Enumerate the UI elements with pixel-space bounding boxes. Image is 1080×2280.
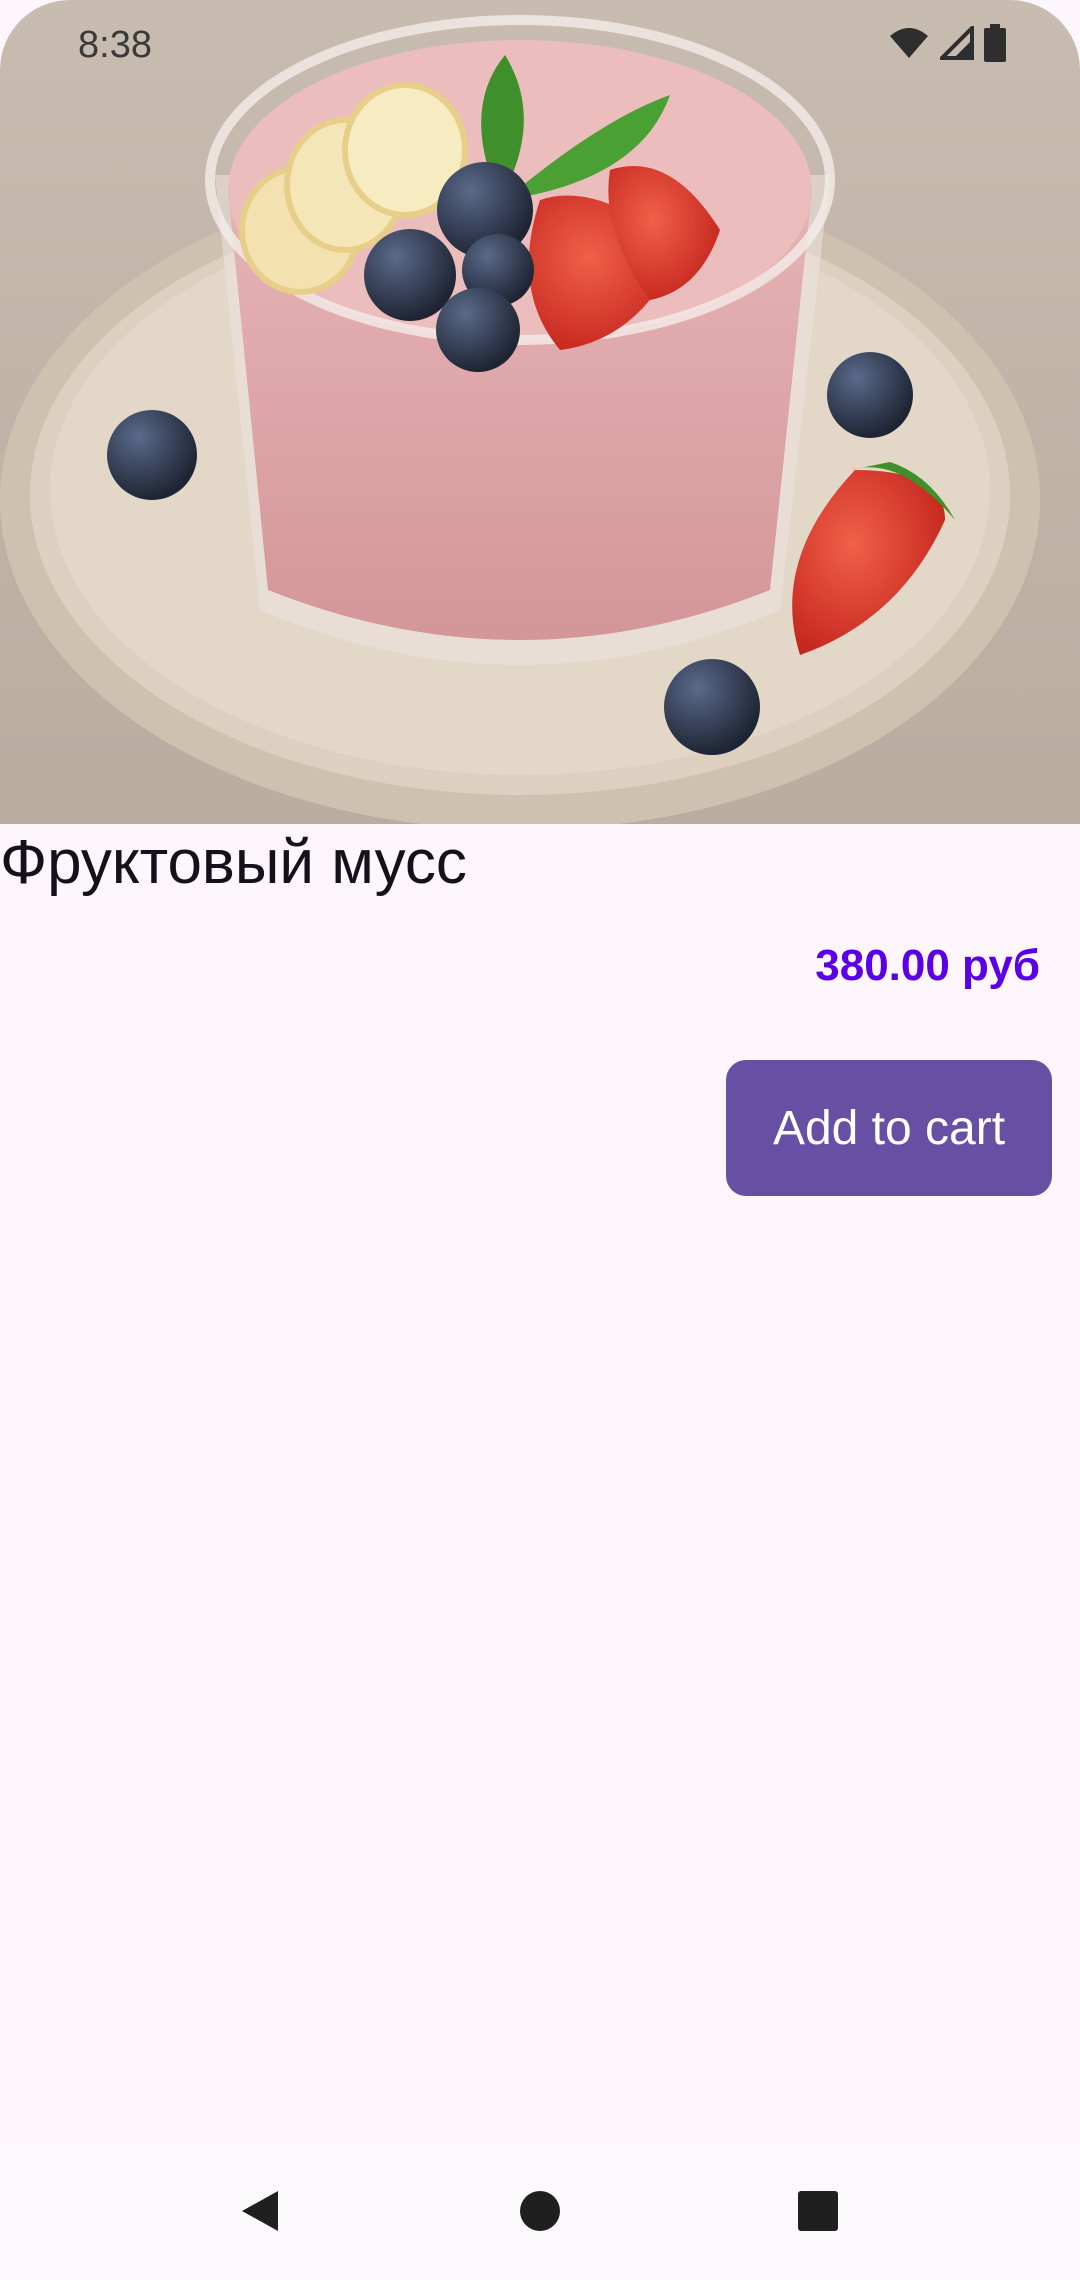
back-button[interactable] (190, 2146, 330, 2280)
wifi-icon (888, 26, 930, 65)
product-image (0, 0, 1080, 824)
status-icons (888, 23, 1006, 67)
signal-icon (937, 23, 974, 65)
product-price: 380.00 руб (815, 941, 1040, 990)
home-button[interactable] (470, 2146, 610, 2280)
product-title: Фруктовый мусс (0, 828, 467, 897)
status-bar: 8:38 (0, 0, 1080, 90)
navigation-bar (0, 2146, 1080, 2280)
recents-button[interactable] (748, 2146, 888, 2280)
home-icon (519, 2190, 561, 2237)
recents-icon (797, 2190, 839, 2237)
status-time: 8:38 (78, 24, 152, 66)
back-icon (238, 2187, 282, 2240)
battery-icon (984, 24, 1006, 67)
add-to-cart-button[interactable]: Add to cart (726, 1060, 1052, 1196)
product-detail-screen: 8:38 Фруктовый мусс 380.00 руб Add to ca… (0, 0, 1080, 2280)
fruit-mousse-photo (0, 0, 1080, 824)
